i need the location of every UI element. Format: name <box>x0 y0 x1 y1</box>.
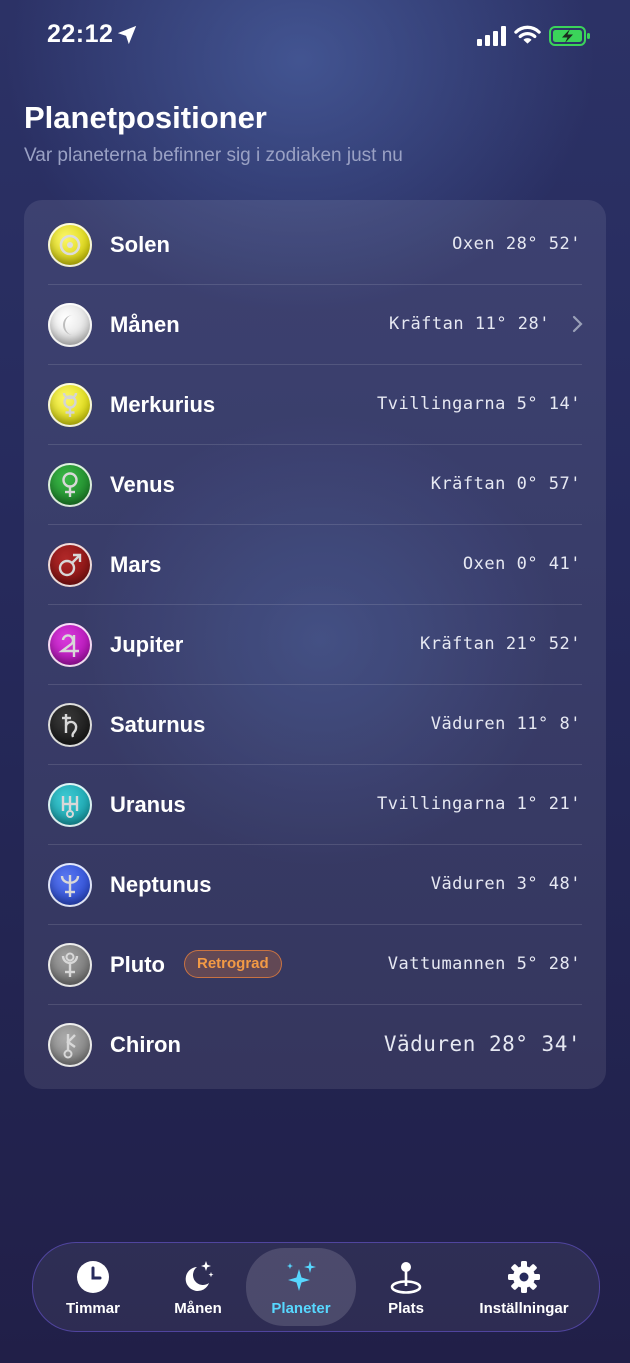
planet-name: Saturnus <box>110 712 206 737</box>
planet-row-manen[interactable]: Månen Kräftan 11° 28' <box>24 285 606 365</box>
planet-row-pluto[interactable]: Pluto Retrograd Vattumannen 5° 28' <box>24 925 606 1005</box>
planet-name: Chiron <box>110 1032 181 1057</box>
planet-list: Solen Oxen 28° 52' Månen Kräftan 11° 28'… <box>24 200 606 1089</box>
tab-bar: Timmar Månen Planeter Plats Inställninga… <box>32 1242 600 1332</box>
tab-label: Plats <box>388 1300 424 1317</box>
location-arrow-icon <box>117 25 137 45</box>
tab-label: Månen <box>174 1300 222 1317</box>
planet-row-solen[interactable]: Solen Oxen 28° 52' <box>24 205 606 285</box>
gear-icon <box>508 1261 540 1293</box>
mercury-symbol-icon <box>48 383 92 427</box>
sun-symbol-icon <box>48 223 92 267</box>
status-bar: 22:12 <box>0 0 630 70</box>
planet-name: Merkurius <box>110 392 216 417</box>
battery-charging-icon <box>549 26 590 46</box>
planet-name: Solen <box>110 232 170 257</box>
saturn-symbol-icon <box>48 703 92 747</box>
planet-row-saturnus[interactable]: Saturnus Väduren 11° 8' <box>24 685 606 765</box>
retrograde-badge: Retrograd <box>184 950 282 978</box>
status-time: 22:12 <box>47 20 114 48</box>
planet-name: Pluto <box>110 952 165 977</box>
mars-symbol-icon <box>48 543 92 587</box>
planet-name: Jupiter <box>110 632 184 657</box>
planet-position: Vattumannen 5° 28' <box>387 954 581 974</box>
planet-name: Venus <box>110 472 175 497</box>
jupiter-symbol-icon <box>48 623 92 667</box>
planet-position: Tvillingarna 1° 21' <box>377 794 581 814</box>
planet-row-uranus[interactable]: Uranus Tvillingarna 1° 21' <box>24 765 606 845</box>
moon-symbol-icon <box>48 303 92 347</box>
planet-row-jupiter[interactable]: Jupiter Kräftan 21° 52' <box>24 605 606 685</box>
chevron-right-icon[interactable] <box>572 315 584 333</box>
page-subtitle: Var planeterna befinner sig i zodiaken j… <box>24 145 403 166</box>
neptune-symbol-icon <box>48 863 92 907</box>
planet-name: Neptunus <box>110 872 212 897</box>
planet-row-venus[interactable]: Venus Kräftan 0° 57' <box>24 445 606 525</box>
tab-installningar[interactable]: Inställningar <box>469 1243 579 1331</box>
planet-row-neptunus[interactable]: Neptunus Väduren 3° 48' <box>24 845 606 925</box>
tab-planeter[interactable]: Planeter <box>246 1243 356 1331</box>
tab-plats[interactable]: Plats <box>351 1243 461 1331</box>
planet-position: Kräftan 0° 57' <box>430 474 581 494</box>
planet-position: Väduren 28° 34' <box>383 1032 581 1056</box>
venus-symbol-icon <box>48 463 92 507</box>
tab-timmar[interactable]: Timmar <box>38 1243 148 1331</box>
planet-row-chiron[interactable]: Chiron Väduren 28° 34' <box>24 1005 606 1085</box>
planet-name: Månen <box>110 312 180 337</box>
cellular-signal-icon <box>477 26 506 46</box>
pluto-symbol-icon <box>48 943 92 987</box>
wifi-icon <box>514 25 541 44</box>
sparkles-icon <box>287 1261 316 1291</box>
moon-stars-icon <box>185 1261 214 1291</box>
planet-position: Oxen 0° 41' <box>462 554 581 574</box>
clock-icon <box>77 1261 109 1293</box>
uranus-symbol-icon <box>48 783 92 827</box>
tab-label: Planeter <box>271 1300 331 1317</box>
planet-row-merkurius[interactable]: Merkurius Tvillingarna 5° 14' <box>24 365 606 445</box>
planet-position: Tvillingarna 5° 14' <box>377 394 581 414</box>
planet-name: Uranus <box>110 792 186 817</box>
chiron-symbol-icon <box>48 1023 92 1067</box>
planet-position: Kräftan 21° 52' <box>419 634 581 654</box>
planet-position: Kräftan 11° 28' <box>388 314 550 334</box>
planet-name: Mars <box>110 552 162 577</box>
planet-position: Väduren 3° 48' <box>430 874 581 894</box>
page-title: Planetpositioner <box>24 100 267 135</box>
planet-position: Oxen 28° 52' <box>452 234 581 254</box>
tab-label: Inställningar <box>479 1300 569 1317</box>
tab-label: Timmar <box>66 1300 120 1317</box>
planet-row-mars[interactable]: Mars Oxen 0° 41' <box>24 525 606 605</box>
planet-position: Väduren 11° 8' <box>430 714 581 734</box>
tab-manen[interactable]: Månen <box>143 1243 253 1331</box>
map-pin-icon <box>390 1262 422 1294</box>
